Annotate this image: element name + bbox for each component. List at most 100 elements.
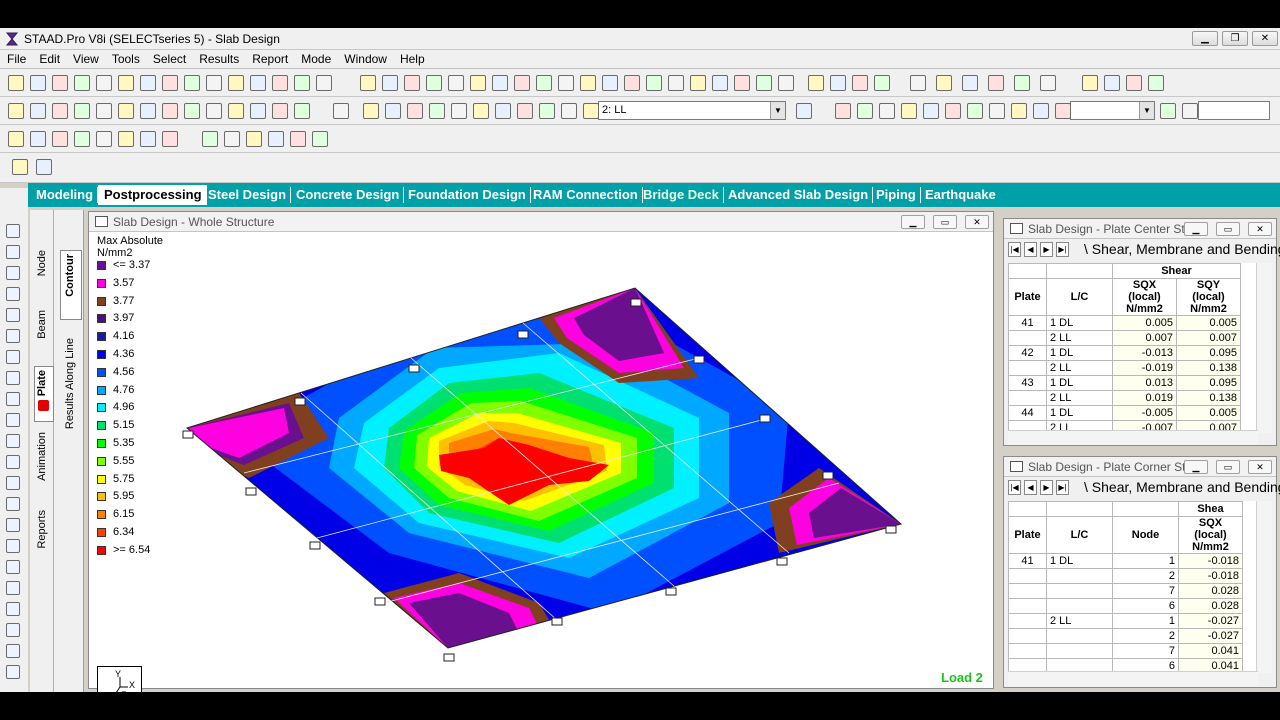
toolbar-tool-icon[interactable] — [835, 103, 851, 119]
cursor-tool-icon[interactable] — [6, 539, 20, 553]
prev-tab-icon[interactable]: ◀ — [1024, 480, 1037, 495]
toolbar-tool-icon[interactable] — [967, 103, 983, 119]
toolbar-tool-icon[interactable] — [316, 75, 332, 91]
toolbar-tool-icon[interactable] — [624, 75, 640, 91]
toolbar-tool-icon[interactable] — [879, 103, 895, 119]
toolbar-tool-icon[interactable] — [910, 75, 926, 91]
cursor-tool-icon[interactable] — [6, 245, 20, 259]
center-table-sheet-tab[interactable]: \ Shear, Membrane and Bending — [1084, 241, 1280, 257]
column-header[interactable]: SQY (local) N/mm2 — [1176, 278, 1241, 316]
toolbar-tool-icon[interactable] — [778, 75, 794, 91]
corner-table-close-button[interactable]: ✕ — [1248, 460, 1272, 474]
center-table-minimize-button[interactable]: ▁ — [1184, 222, 1208, 236]
menu-window[interactable]: Window — [337, 50, 393, 66]
next-tab-icon[interactable]: ▶ — [1040, 480, 1053, 495]
toolbar-tool-icon[interactable] — [580, 75, 596, 91]
toolbar-tool-icon[interactable] — [712, 75, 728, 91]
corner-table-sheet-tab[interactable]: \ Shear, Membrane and Bending — [1084, 479, 1280, 495]
cursor-tool-icon[interactable] — [6, 371, 20, 385]
toolbar-input[interactable] — [1198, 101, 1270, 120]
column-header[interactable]: Plate — [1008, 278, 1047, 316]
toolbar-tool-icon[interactable] — [184, 75, 200, 91]
toolbar-tool-icon[interactable] — [162, 131, 178, 147]
toolbar-tool-icon[interactable] — [426, 75, 442, 91]
maximize-button[interactable]: ❐ — [1222, 31, 1248, 46]
table-row[interactable]: 2 -0.027 — [1008, 628, 1243, 644]
toolbar-tool-icon[interactable] — [363, 103, 379, 119]
tab-foundation-design[interactable]: Foundation Design — [402, 187, 531, 203]
toolbar-tool-icon[interactable] — [407, 103, 423, 119]
toolbar-tool-icon[interactable] — [250, 75, 266, 91]
toolbar-tool-icon[interactable] — [874, 75, 890, 91]
first-tab-icon[interactable]: |◀ — [1008, 242, 1021, 257]
toolbar-tool-icon[interactable] — [923, 103, 939, 119]
toolbar-tool-icon[interactable] — [936, 75, 952, 91]
toolbar-tool-icon[interactable] — [1182, 103, 1198, 119]
tab-ram-connection[interactable]: RAM Connection — [527, 187, 643, 203]
toolbar-tool-icon[interactable] — [429, 103, 445, 119]
toolbar-tool-icon[interactable] — [1160, 103, 1176, 119]
toolbar-tool-icon[interactable] — [30, 75, 46, 91]
tab-postprocessing[interactable]: Postprocessing — [98, 185, 207, 205]
toolbar-tool-icon[interactable] — [451, 103, 467, 119]
toolbar-tool-icon[interactable] — [140, 75, 156, 91]
table-row[interactable]: 2 -0.018 — [1008, 568, 1243, 584]
toolbar-tool-icon[interactable] — [52, 75, 68, 91]
cursor-tool-icon[interactable] — [6, 644, 20, 658]
toolbar-tool-icon[interactable] — [808, 75, 824, 91]
cursor-tool-icon[interactable] — [6, 329, 20, 343]
toolbar-tool-icon[interactable] — [228, 75, 244, 91]
center-table-close-button[interactable]: ✕ — [1248, 222, 1272, 236]
cursor-tool-icon[interactable] — [6, 560, 20, 574]
table-row[interactable]: 2 LL 1 -0.027 — [1008, 613, 1243, 629]
cursor-tool-icon[interactable] — [6, 602, 20, 616]
toolbar-tool-icon[interactable] — [852, 75, 868, 91]
table-row[interactable]: 43 1 DL 0.013 0.095 — [1008, 375, 1241, 391]
menu-mode[interactable]: Mode — [294, 50, 337, 66]
tab-plate[interactable]: Plate — [36, 370, 48, 396]
toolbar-tool-icon[interactable] — [1104, 75, 1120, 91]
toolbar-tool-icon[interactable] — [36, 159, 52, 175]
toolbar-tool-icon[interactable] — [1055, 103, 1071, 119]
table-row[interactable]: 2 LL -0.019 0.138 — [1008, 360, 1241, 376]
table-row[interactable]: 7 0.041 — [1008, 643, 1243, 659]
toolbar-tool-icon[interactable] — [140, 131, 156, 147]
toolbar-tool-icon[interactable] — [162, 103, 178, 119]
toolbar-tool-icon[interactable] — [268, 131, 284, 147]
toolbar-tool-icon[interactable] — [96, 75, 112, 91]
first-tab-icon[interactable]: |◀ — [1008, 480, 1021, 495]
toolbar-tool-icon[interactable] — [514, 75, 530, 91]
toolbar-tool-icon[interactable] — [118, 103, 134, 119]
toolbar-tool-icon[interactable] — [583, 103, 599, 119]
tab-node[interactable]: Node — [36, 250, 48, 276]
toolbar-tool-icon[interactable] — [539, 103, 555, 119]
cursor-tool-icon[interactable] — [6, 623, 20, 637]
toolbar-tool-icon[interactable] — [12, 159, 28, 175]
table-row[interactable]: 2 LL 0.019 0.138 — [1008, 390, 1241, 406]
toolbar-tool-icon[interactable] — [1148, 75, 1164, 91]
column-header[interactable]: SQX (local) N/mm2 — [1178, 516, 1243, 554]
toolbar-tool-icon[interactable] — [96, 131, 112, 147]
toolbar-tool-icon[interactable] — [52, 131, 68, 147]
toolbar-tool-icon[interactable] — [8, 131, 24, 147]
menu-tools[interactable]: Tools — [105, 50, 146, 66]
toolbar-tool-icon[interactable] — [1011, 103, 1027, 119]
toolbar-tool-icon[interactable] — [989, 103, 1005, 119]
tab-piping[interactable]: Piping — [870, 187, 921, 203]
tab-beam[interactable]: Beam — [36, 310, 48, 339]
toolbar-tool-icon[interactable] — [492, 75, 508, 91]
toolbar-tool-icon[interactable] — [1082, 75, 1098, 91]
toolbar-tool-icon[interactable] — [30, 103, 46, 119]
next-tab-icon[interactable]: ▶ — [1040, 242, 1053, 257]
toolbar-tool-icon[interactable] — [495, 103, 511, 119]
corner-table-vscroll[interactable] — [1256, 501, 1272, 673]
viewport-maximize-button[interactable]: ▭ — [933, 215, 957, 229]
tab-advanced-slab-design[interactable]: Advanced Slab Design — [722, 187, 874, 203]
menu-report[interactable]: Report — [245, 50, 294, 66]
cursor-tool-icon[interactable] — [6, 476, 20, 490]
cursor-tool-icon[interactable] — [6, 665, 20, 679]
toolbar-tool-icon[interactable] — [1040, 75, 1056, 91]
column-header[interactable]: Plate — [1008, 516, 1047, 554]
menu-results[interactable]: Results — [192, 50, 245, 66]
toolbar-tool-icon[interactable] — [830, 75, 846, 91]
